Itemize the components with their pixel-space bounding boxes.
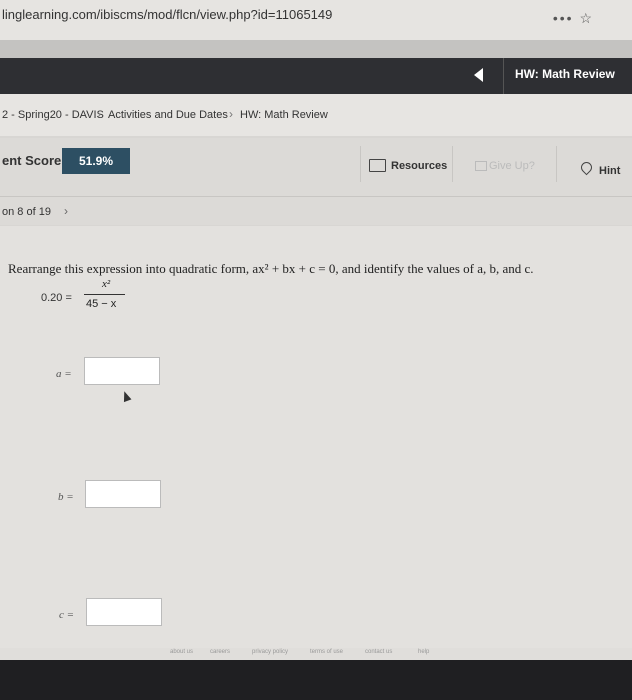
footer-link-about[interactable]: about us (170, 649, 193, 655)
answer-a-input[interactable] (84, 357, 160, 385)
fraction-denominator: 45 − x (86, 298, 117, 310)
folder-icon (369, 159, 386, 172)
assignment-title: HW: Math Review (515, 67, 615, 81)
hint-button[interactable]: Hint (556, 146, 632, 182)
fraction-bar (84, 294, 125, 295)
score-badge: 51.9% (62, 148, 130, 174)
next-question-icon[interactable]: › (64, 204, 68, 218)
resources-button[interactable]: Resources (360, 146, 453, 182)
answer-b-label: b = (58, 491, 74, 503)
footer: about us careers privacy policy terms of… (0, 648, 632, 700)
breadcrumb-activities[interactable]: Activities and Due Dates (108, 109, 228, 121)
mouse-cursor-icon (120, 389, 132, 403)
give-up-label: Give Up? (489, 160, 535, 172)
resources-label: Resources (391, 160, 448, 172)
flag-icon (475, 161, 487, 171)
footer-link-contact[interactable]: contact us (365, 649, 392, 655)
answer-a-label: a = (56, 368, 72, 380)
url-text[interactable]: linglearning.com/ibiscms/mod/flcn/view.p… (2, 7, 332, 22)
footer-link-privacy[interactable]: privacy policy (252, 649, 288, 655)
more-options-icon[interactable]: ••• (553, 10, 574, 26)
footer-links: about us careers privacy policy terms of… (0, 648, 632, 660)
answer-c-input[interactable] (86, 598, 162, 626)
chevron-right-icon: › (97, 107, 101, 121)
breadcrumb-course[interactable]: 2 - Spring20 - DAVIS (2, 109, 104, 121)
equation-lhs: 0.20 = (41, 292, 72, 304)
answer-b-input[interactable] (85, 480, 161, 508)
footer-link-careers[interactable]: careers (210, 649, 230, 655)
back-arrow-icon[interactable] (474, 68, 483, 82)
score-toolbar: ent Score: 51.9% Resources Give Up? Hint (0, 138, 632, 197)
assignment-header: HW: Math Review (0, 58, 632, 94)
answer-c-label: c = (59, 609, 75, 621)
hint-label: Hint (599, 165, 621, 177)
question-navigation: on 8 of 19 › (0, 197, 632, 225)
score-label: ent Score: (2, 153, 66, 168)
browser-actions[interactable]: ••• ☆ (553, 10, 594, 27)
hint-pin-icon (578, 159, 595, 176)
header-divider (503, 58, 504, 94)
footer-link-help[interactable]: help (418, 649, 429, 655)
question-counter: on 8 of 19 (2, 206, 51, 218)
chevron-right-icon: › (229, 107, 233, 121)
breadcrumb: 2 - Spring20 - DAVIS › Activities and Du… (0, 94, 632, 136)
bookmark-star-icon[interactable]: ☆ (579, 10, 594, 26)
give-up-button[interactable]: Give Up? (452, 146, 557, 182)
footer-link-terms[interactable]: terms of use (310, 649, 343, 655)
question-prompt: Rearrange this expression into quadratic… (8, 261, 534, 276)
breadcrumb-assignment[interactable]: HW: Math Review (240, 109, 328, 121)
fraction-numerator: x² (102, 278, 111, 290)
question-panel: Rearrange this expression into quadratic… (0, 226, 632, 654)
browser-address-bar[interactable]: linglearning.com/ibiscms/mod/flcn/view.p… (0, 0, 632, 41)
